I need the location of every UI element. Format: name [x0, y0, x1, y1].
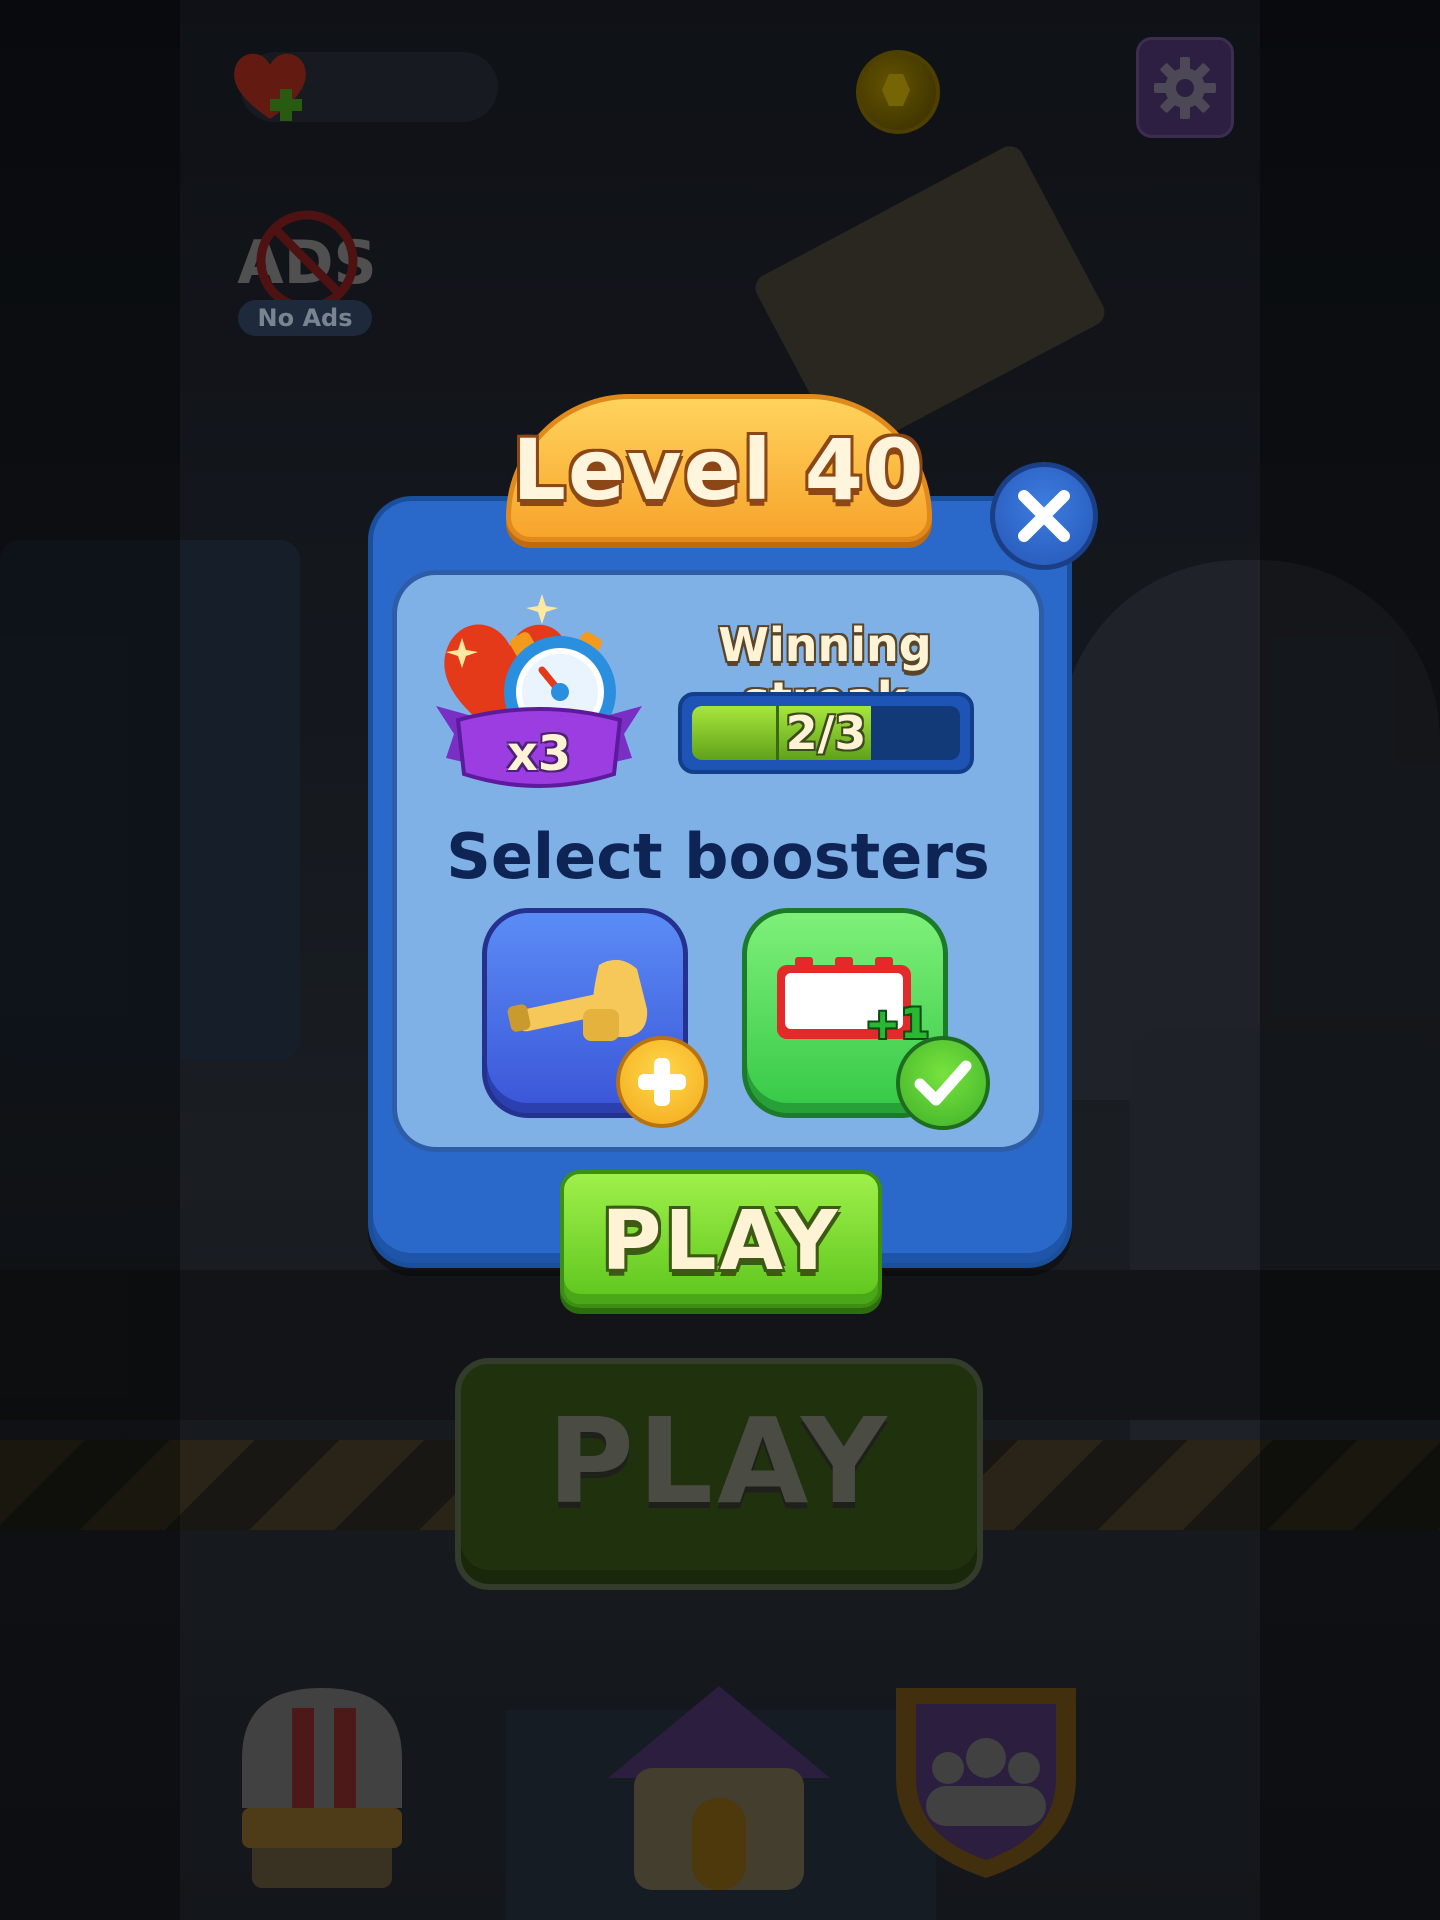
close-icon [1018, 490, 1070, 542]
booster-selected-badge[interactable] [896, 1036, 990, 1130]
plus-icon [638, 1058, 686, 1106]
play-button-label: PLAY [601, 1194, 841, 1289]
level-title-banner: Level 40 [506, 394, 932, 542]
level-title: Level 40 [512, 421, 926, 519]
streak-progress-text: 2/3 [785, 706, 867, 760]
checkmark-icon [914, 1060, 972, 1106]
close-button[interactable] [990, 462, 1098, 570]
select-boosters-title: Select boosters [446, 820, 990, 893]
streak-reward-badge: x3 [432, 588, 646, 798]
play-button[interactable]: PLAY [560, 1170, 882, 1308]
streak-progress-bar: 2/3 [678, 692, 974, 774]
add-booster-badge[interactable] [616, 1036, 708, 1128]
streak-multiplier: x3 [506, 726, 572, 782]
